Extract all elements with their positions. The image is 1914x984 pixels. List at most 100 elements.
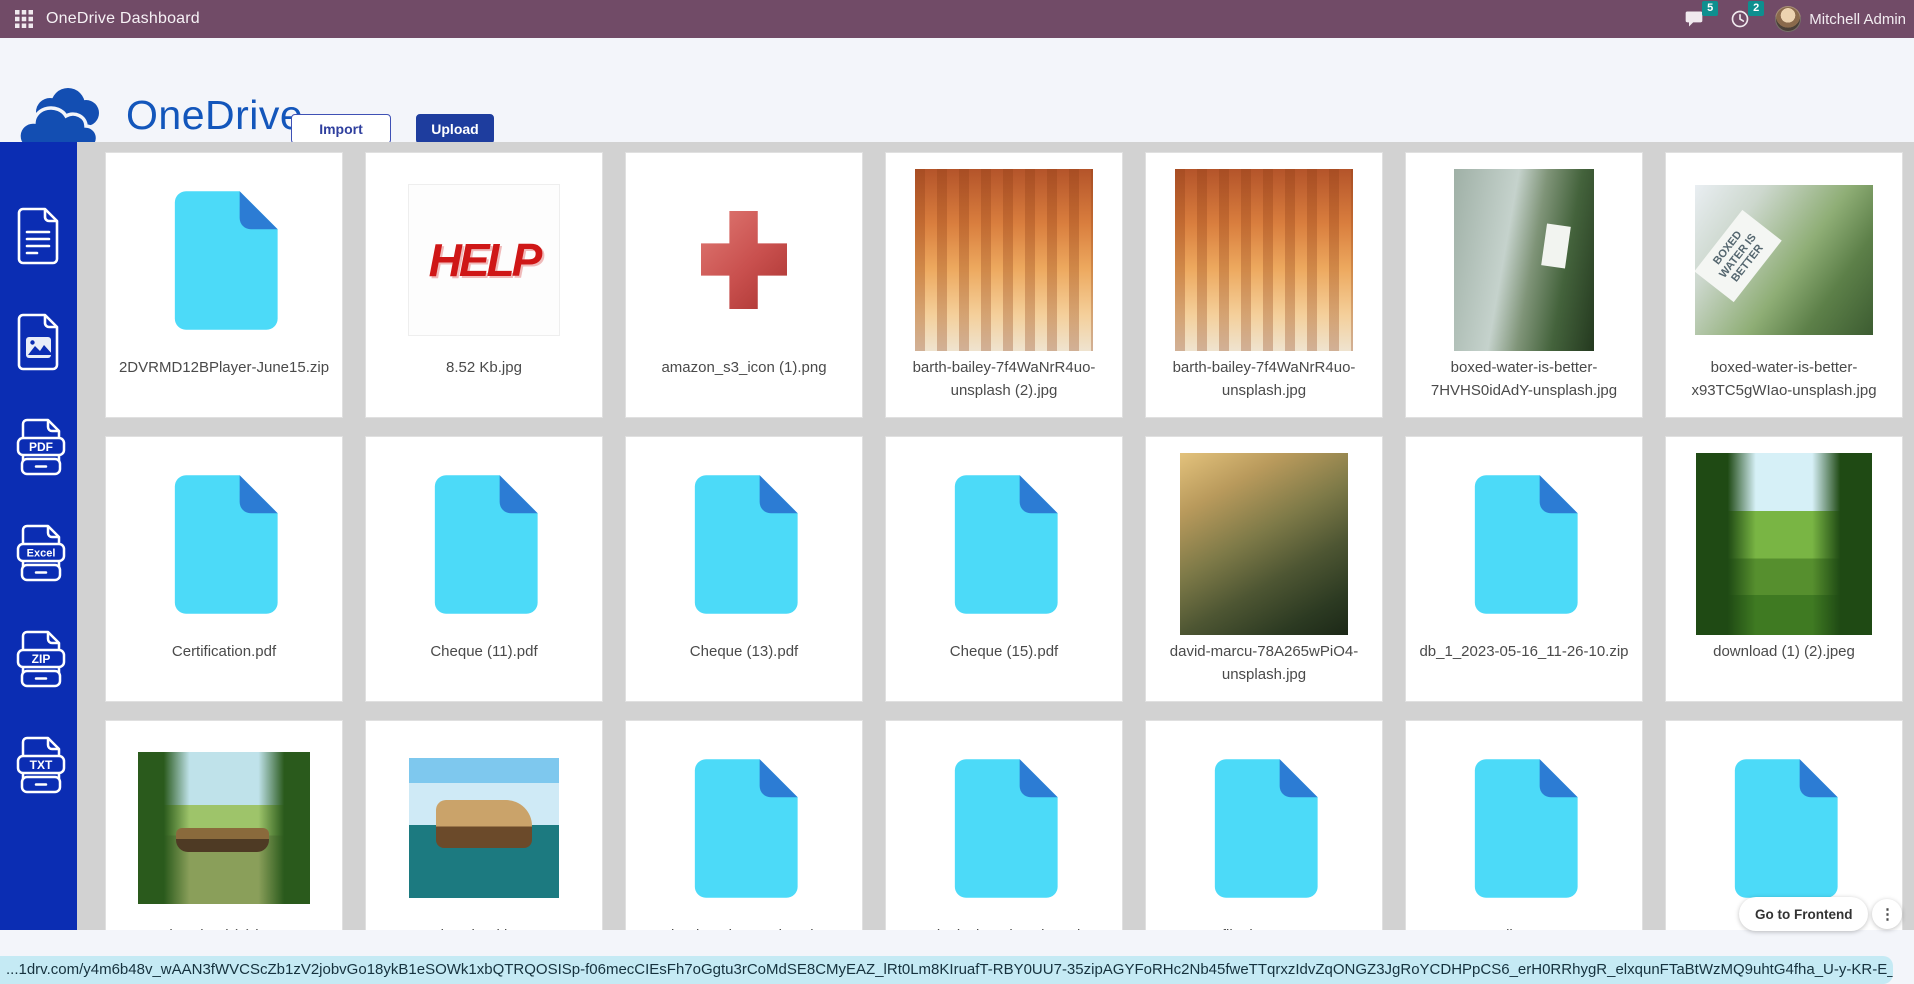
file-thumbnail: [106, 735, 342, 921]
vertical-ellipsis-icon: ⋮: [1880, 905, 1895, 923]
file-card[interactable]: download (1) (2).jpeg: [1665, 436, 1903, 702]
user-menu[interactable]: Mitchell Admin: [1775, 6, 1906, 32]
browser-status-bar: ...1drv.com/y4m6b48v_wAAN3fWVCScZb1zV2jo…: [0, 956, 1893, 984]
file-thumbnail: [1146, 451, 1382, 637]
image-file-icon: [15, 312, 63, 372]
generic-file-icon: [168, 473, 280, 616]
file-name: dropbox_integration.zip: [626, 925, 862, 930]
user-avatar: [1775, 6, 1801, 32]
file-name: boxed-water-is-better-7HVHS0idAdY-unspla…: [1406, 357, 1642, 402]
file-card[interactable]: amazon_s3_icon (1).png: [625, 152, 863, 418]
import-button[interactable]: Import: [291, 114, 391, 144]
file-thumbnail: [626, 167, 862, 353]
file-name: Cheque (11).pdf: [366, 641, 602, 664]
file-thumbnail: [886, 451, 1122, 637]
file-card[interactable]: barth-bailey-7f4WaNrR4uo-unsplash (2).jp…: [885, 152, 1123, 418]
header-bar: OneDrive Import Upload: [0, 38, 1914, 142]
file-name: download (2).jpeg: [106, 925, 342, 930]
generic-file-icon: [1728, 757, 1840, 900]
file-thumbnail: BOXED WATER IS BETTER: [1666, 167, 1902, 353]
svg-text:PDF: PDF: [29, 440, 53, 454]
generic-file-icon: [688, 473, 800, 616]
svg-text:ZIP: ZIP: [31, 652, 50, 666]
messages-count-badge: 5: [1702, 1, 1718, 16]
sidebar-item-zip[interactable]: ZIP: [15, 630, 63, 688]
file-card[interactable]: boxed-water-is-better-7HVHS0idAdY-unspla…: [1405, 152, 1643, 418]
file-thumbnail: [1406, 167, 1642, 353]
activities-button[interactable]: 2: [1729, 8, 1751, 30]
file-thumbnail: [1406, 451, 1642, 637]
upload-button[interactable]: Upload: [416, 114, 494, 144]
file-thumbnail: [886, 735, 1122, 921]
file-card[interactable]: file_icon.png: [1145, 720, 1383, 930]
sidebar-item-excel[interactable]: Excel: [15, 524, 63, 582]
file-name: Cheque (13).pdf: [626, 641, 862, 664]
more-options-button[interactable]: ⋮: [1872, 899, 1902, 929]
photo-thumbnail: [1696, 453, 1872, 635]
activities-count-badge: 2: [1748, 1, 1764, 16]
file-card[interactable]: download (2).jpeg: [105, 720, 343, 930]
file-card[interactable]: FileB.txt: [1405, 720, 1643, 930]
file-card[interactable]: Ecological Savings by using Electronical…: [885, 720, 1123, 930]
file-card[interactable]: Certification.pdf: [105, 436, 343, 702]
file-card[interactable]: HELP 8.52 Kb.jpg: [365, 152, 603, 418]
file-thumbnail: [1666, 735, 1902, 921]
excel-file-icon: Excel: [15, 524, 67, 586]
frontend-toolbar: Go to Frontend ⋮: [1739, 897, 1902, 931]
generic-file-icon: [688, 757, 800, 900]
filetype-sidebar: PDF Excel ZIP TXT: [0, 142, 77, 930]
file-card[interactable]: barth-bailey-7f4WaNrR4uo-unsplash.jpg: [1145, 152, 1383, 418]
thumbnail-text: BOXED WATER IS BETTER: [1695, 210, 1782, 302]
file-thumbnail: [626, 451, 862, 637]
file-thumbnail: [106, 167, 342, 353]
sidebar-item-pdf[interactable]: PDF: [15, 418, 63, 476]
svg-text:Excel: Excel: [26, 548, 55, 560]
file-card[interactable]: Cheque (13).pdf: [625, 436, 863, 702]
sidebar-item-documents[interactable]: [15, 206, 63, 264]
photo-thumbnail: [685, 183, 803, 338]
messages-button[interactable]: 5: [1683, 8, 1705, 30]
generic-file-icon: [948, 473, 1060, 616]
file-thumbnail: [886, 167, 1122, 353]
sidebar-item-images[interactable]: [15, 312, 63, 370]
file-card[interactable]: Cheque (11).pdf: [365, 436, 603, 702]
file-name: barth-bailey-7f4WaNrR4uo-unsplash (2).jp…: [886, 357, 1122, 402]
file-thumbnail: [626, 735, 862, 921]
file-name: FileB.txt: [1406, 925, 1642, 930]
txt-file-icon: TXT: [15, 736, 67, 798]
user-name: Mitchell Admin: [1809, 11, 1906, 28]
file-card[interactable]: Cheque (15).pdf: [885, 436, 1123, 702]
file-card[interactable]: david-marcu-78A265wPiO4-unsplash.jpg: [1145, 436, 1383, 702]
file-name: 2DVRMD12BPlayer-June15.zip: [106, 357, 342, 380]
file-thumbnail: [106, 451, 342, 637]
file-thumbnail: [1146, 735, 1382, 921]
apps-grid-icon[interactable]: [14, 9, 34, 29]
file-name: 8.52 Kb.jpg: [366, 357, 602, 380]
file-card[interactable]: 2DVRMD12BPlayer-June15.zip: [105, 152, 343, 418]
file-card[interactable]: BOXED WATER IS BETTER boxed-water-is-bet…: [1665, 152, 1903, 418]
file-thumbnail: [366, 735, 602, 921]
svg-text:TXT: TXT: [29, 758, 52, 772]
photo-thumbnail: [138, 752, 310, 904]
file-card[interactable]: dropbox_integration.zip: [625, 720, 863, 930]
photo-thumbnail: [409, 758, 559, 898]
top-navbar: OneDrive Dashboard 5 2 Mitchell Admin: [0, 0, 1914, 38]
generic-file-icon: [1468, 473, 1580, 616]
sidebar-item-txt[interactable]: TXT: [15, 736, 63, 794]
file-thumbnail: [1146, 167, 1382, 353]
photo-thumbnail: HELP: [408, 184, 560, 336]
file-name: Cheque (15).pdf: [886, 641, 1122, 664]
thumbnail-text: HELP: [429, 233, 540, 287]
generic-file-icon: [1468, 757, 1580, 900]
generic-file-icon: [948, 757, 1060, 900]
file-card[interactable]: download.jpeg: [365, 720, 603, 930]
photo-thumbnail: [1180, 453, 1348, 635]
go-to-frontend-button[interactable]: Go to Frontend: [1739, 897, 1868, 931]
generic-file-icon: [168, 189, 280, 332]
file-thumbnail: HELP: [366, 167, 602, 353]
content-panel: 2DVRMD12BPlayer-June15.zip HELP 8.52 Kb.…: [77, 142, 1914, 930]
file-grid: 2DVRMD12BPlayer-June15.zip HELP 8.52 Kb.…: [105, 152, 1903, 930]
file-card[interactable]: db_1_2023-05-16_11-26-10.zip: [1405, 436, 1643, 702]
file-name: david-marcu-78A265wPiO4-unsplash.jpg: [1146, 641, 1382, 686]
zip-file-icon: ZIP: [15, 630, 67, 692]
